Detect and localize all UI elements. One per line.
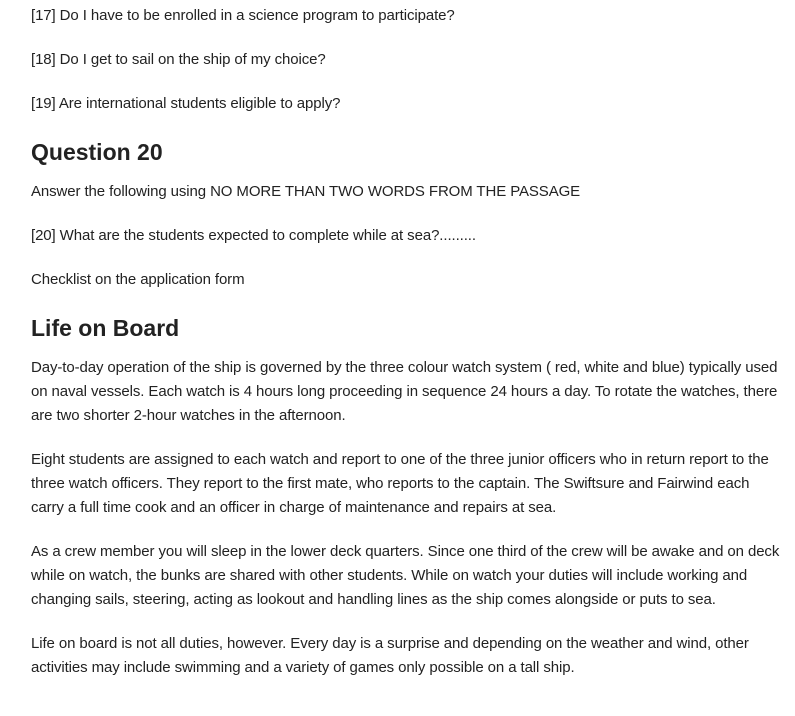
question-20-heading: Question 20 — [31, 139, 163, 165]
paragraph-crew-structure: Eight students are assigned to each watc… — [31, 451, 769, 516]
paragraph-activities: Life on board is not all duties, however… — [31, 635, 749, 676]
question-18: [18] Do I get to sail on the ship of my … — [31, 51, 326, 68]
article-content: [17] Do I have to be enrolled in a scien… — [31, 4, 786, 700]
life-on-board-heading: Life on Board — [31, 315, 180, 341]
paragraph-watch-system: Day-to-day operation of the ship is gove… — [31, 359, 778, 424]
question-19: [19] Are international students eligible… — [31, 95, 341, 112]
question-20: [20] What are the students expected to c… — [31, 227, 476, 244]
question-20-instruction: Answer the following using NO MORE THAN … — [31, 183, 581, 200]
paragraph-quarters: As a crew member you will sleep in the l… — [31, 543, 780, 608]
answer-note: Checklist on the application form — [31, 271, 245, 288]
question-17: [17] Do I have to be enrolled in a scien… — [31, 7, 455, 24]
